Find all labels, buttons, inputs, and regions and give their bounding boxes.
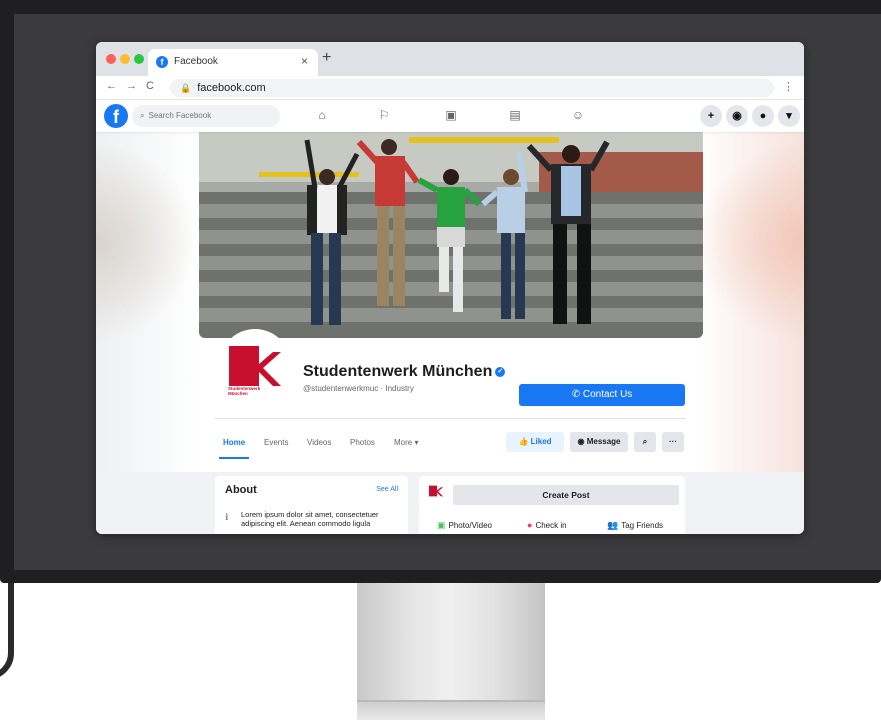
cover-photo-illustration bbox=[199, 132, 703, 338]
close-window-button[interactable] bbox=[106, 54, 116, 64]
location-pin-icon: ● bbox=[527, 520, 533, 530]
create-post-card: Create Post ▣ Photo/Video ● Check in 👥 Tag … bbox=[419, 476, 685, 534]
page-handle: @studentenwerkmuc · Industry bbox=[303, 384, 414, 393]
studentenwerk-logo-mark bbox=[229, 346, 281, 386]
watch-icon[interactable]: ▣ bbox=[441, 108, 461, 122]
tab-title: Facebook bbox=[174, 56, 218, 67]
marketplace-icon[interactable]: ▤ bbox=[505, 108, 525, 122]
forward-icon[interactable]: → bbox=[126, 80, 137, 92]
reload-icon[interactable]: C bbox=[146, 80, 154, 92]
browser-tab-bar: f Facebook × + bbox=[96, 42, 804, 76]
minimize-window-button[interactable] bbox=[120, 54, 130, 64]
contact-us-button[interactable]: ✆ Contact Us bbox=[519, 384, 685, 406]
verified-badge-icon: ✓ bbox=[495, 366, 506, 377]
tab-videos[interactable]: Videos bbox=[307, 438, 331, 447]
facebook-top-bar: f ⌕ Search Facebook ⌂ ⚐ ▣ ▤ ☺ + ◉ ● ▾ bbox=[96, 100, 804, 132]
groups-icon[interactable]: ☺ bbox=[568, 108, 588, 122]
check-in-label: Check in bbox=[535, 521, 567, 530]
url-input[interactable]: 🔒 facebook.com bbox=[170, 79, 774, 97]
facebook-page: Studentenwerk München Studentenwerk Münc… bbox=[96, 132, 804, 534]
tag-friends-option[interactable]: 👥 Tag Friends bbox=[607, 520, 663, 531]
page-title: Studentenwerk München ✓ bbox=[303, 363, 506, 381]
tab-events[interactable]: Events bbox=[264, 438, 288, 447]
logo-wordmark: Studentenwerk München bbox=[228, 386, 260, 396]
more-options-button[interactable]: ··· bbox=[662, 432, 684, 452]
url-text: facebook.com bbox=[197, 82, 266, 94]
page-search-button[interactable]: ⌕ bbox=[634, 432, 656, 452]
notifications-button[interactable]: ● bbox=[752, 105, 774, 127]
create-plus-button[interactable]: + bbox=[700, 105, 722, 127]
logo-wordmark-line2: München bbox=[228, 391, 248, 396]
account-menu-button[interactable]: ▾ bbox=[778, 105, 800, 127]
cover-glow-right bbox=[694, 142, 804, 342]
check-in-option[interactable]: ● Check in bbox=[527, 520, 567, 530]
home-icon[interactable]: ⌂ bbox=[312, 108, 332, 122]
tab-more[interactable]: More ▾ bbox=[394, 438, 418, 447]
about-title: About bbox=[225, 484, 257, 496]
active-tab-indicator bbox=[219, 457, 249, 459]
flag-icon[interactable]: ⚐ bbox=[374, 108, 394, 122]
facebook-favicon-icon: f bbox=[156, 56, 168, 68]
maximize-window-button[interactable] bbox=[134, 54, 144, 64]
messenger-button[interactable]: ◉ bbox=[726, 105, 748, 127]
page-avatar-mark bbox=[429, 485, 443, 497]
create-post-button[interactable]: Create Post bbox=[453, 485, 679, 505]
back-icon[interactable]: ← bbox=[106, 80, 117, 92]
search-input[interactable]: ⌕ Search Facebook bbox=[132, 105, 280, 127]
tab-photos[interactable]: Photos bbox=[350, 438, 375, 447]
lock-icon: 🔒 bbox=[180, 83, 192, 93]
page-name-text: Studentenwerk München bbox=[303, 363, 493, 380]
tab-home[interactable]: Home bbox=[223, 438, 245, 447]
facebook-logo-icon[interactable]: f bbox=[104, 104, 128, 128]
address-bar-row: ← → C 🔒 facebook.com ⋮ bbox=[96, 76, 804, 100]
tag-friends-icon: 👥 bbox=[607, 520, 619, 530]
about-card: About See All ℹ Lorem ipsum dolor sit am… bbox=[215, 476, 408, 534]
cover-glow-left bbox=[96, 142, 196, 342]
page-avatar-icon bbox=[429, 484, 443, 498]
tab-close-icon[interactable]: × bbox=[301, 54, 308, 68]
browser-menu-icon[interactable]: ⋮ bbox=[783, 80, 794, 93]
monitor-stand-base bbox=[357, 700, 545, 720]
photo-video-option[interactable]: ▣ Photo/Video bbox=[437, 520, 492, 531]
browser-window: f Facebook × + ← → C 🔒 facebook.com ⋮ f ⌕… bbox=[96, 42, 804, 534]
liked-button[interactable]: 👍 Liked bbox=[506, 432, 564, 452]
browser-tab[interactable]: f Facebook × bbox=[148, 49, 318, 76]
cover-photo[interactable] bbox=[199, 132, 703, 338]
search-icon: ⌕ bbox=[140, 111, 145, 120]
info-icon: ℹ bbox=[225, 512, 229, 522]
message-button[interactable]: ◉ Message bbox=[570, 432, 628, 452]
new-tab-button[interactable]: + bbox=[322, 49, 331, 67]
see-all-link[interactable]: See All bbox=[376, 486, 398, 493]
tag-friends-label: Tag Friends bbox=[621, 521, 664, 530]
photo-icon: ▣ bbox=[437, 520, 446, 530]
profile-header: Studentenwerk München Studentenwerk Münc… bbox=[96, 132, 804, 472]
search-placeholder: Search Facebook bbox=[148, 111, 212, 120]
photo-video-label: Photo/Video bbox=[448, 521, 492, 530]
divider bbox=[215, 418, 685, 419]
about-description: Lorem ipsum dolor sit amet, consectetuer… bbox=[241, 510, 379, 528]
